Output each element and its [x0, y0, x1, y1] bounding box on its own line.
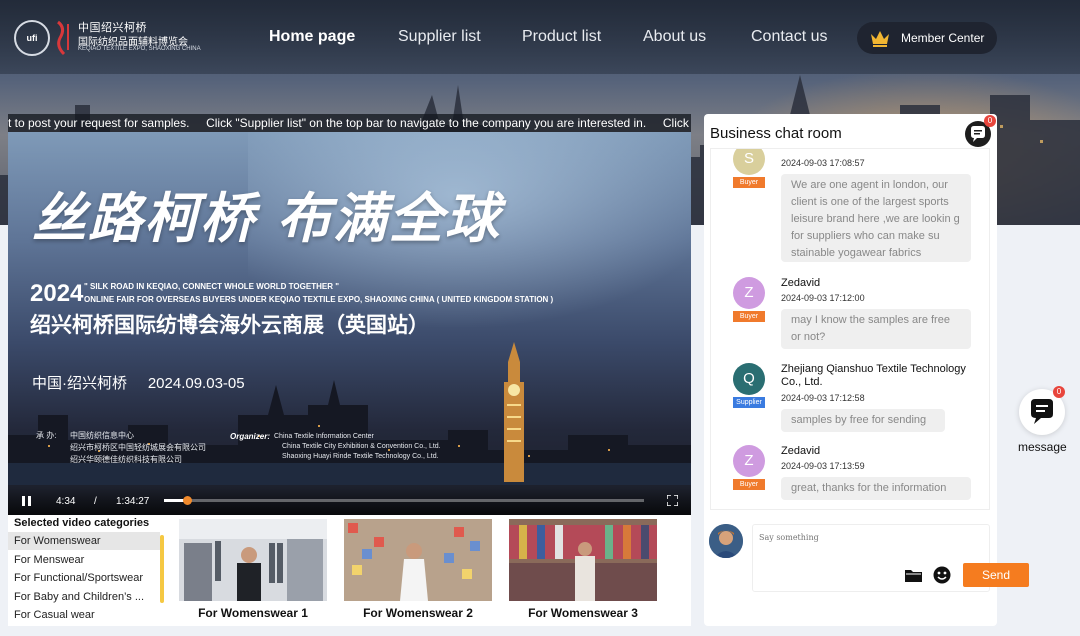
message-bubble: great, thanks for the information [781, 477, 971, 500]
thumbnail-image [179, 519, 327, 601]
nav-contact-us[interactable]: Contact us [751, 28, 827, 46]
role-badge-buyer: Buyer [733, 311, 765, 322]
chat-title: Business chat room [710, 125, 842, 142]
thumbnail-image [509, 519, 657, 601]
nav-home-page[interactable]: Home page [269, 28, 355, 46]
announcement-ticker: t to post your request for samples. Clic… [8, 114, 691, 132]
video-thumbnail[interactable] [179, 519, 327, 601]
host-line: 绍兴市柯桥区中国轻纺城展会有限公司 [70, 443, 206, 452]
video-categories-panel: Selected video categories For Womenswear… [8, 515, 691, 626]
progress-knob[interactable] [183, 496, 193, 505]
message-label[interactable]: message [1018, 440, 1067, 454]
chat-message-input[interactable] [759, 533, 979, 542]
video-host-info: 承 办: 中国纺织信息中心 绍兴市柯桥区中国轻纺城展会有限公司 绍兴华颐德佳纺织… [36, 430, 206, 464]
category-casual-wear[interactable]: For Casual wear [8, 606, 160, 624]
nav-supplier-list[interactable]: Supplier list [398, 28, 481, 46]
video-controls: 4:34 / 1:34:27 [8, 487, 691, 515]
business-chat-room: Business chat room 0 S Buyer 2024-09-03 … [704, 114, 1029, 626]
folder-icon[interactable] [905, 568, 922, 582]
top-navigation-bar: ufi 中国绍兴柯桥 国际纺织品面辅料博览会 KEQIAO TEXTILE EX… [0, 0, 1080, 74]
video-label[interactable]: For Womenswear 1 [179, 606, 327, 620]
organizer-info: China Textile Information Center China T… [274, 432, 441, 462]
nav-about-us[interactable]: About us [643, 28, 706, 46]
avatar: Z [733, 445, 765, 477]
video-label[interactable]: For Womenswear 2 [344, 606, 492, 620]
video-en-line2: ONLINE FAIR FOR OVERSEAS BUYERS UNDER KE… [84, 295, 554, 304]
fullscreen-icon[interactable] [667, 495, 678, 506]
chat-message-list[interactable]: S Buyer 2024-09-03 17:08:57 We are one a… [710, 148, 990, 510]
video-player[interactable]: 丝路柯桥 布满全球 2024 " SILK ROAD IN KEQIAO, CO… [8, 132, 691, 515]
host-label: 承 办: [36, 431, 57, 440]
organizer-line: Shaoxing Huayi Rinde Textile Technology … [282, 453, 439, 460]
message-unread-badge: 0 [1053, 386, 1065, 398]
category-womenswear[interactable]: For Womenswear [8, 532, 160, 550]
organizer-line: China Textile Information Center [274, 433, 374, 440]
message-sender: Zedavid [781, 277, 821, 289]
expo-mark-icon [57, 20, 69, 56]
ticker-text: t to post your request for samples. Clic… [8, 116, 689, 130]
message-time: 2024-09-03 17:13:59 [781, 461, 865, 471]
video-label[interactable]: For Womenswear 3 [509, 606, 657, 620]
message-time: 2024-09-03 17:12:58 [781, 393, 865, 403]
organizer-line: China Textile City Exhibition & Conventi… [282, 443, 441, 450]
avatar: S [733, 149, 765, 175]
host-line: 绍兴华颐德佳纺织科技有限公司 [70, 455, 182, 464]
clock-tower-graphic [504, 342, 524, 482]
video-location-date: 中国·绍兴柯桥 2024.09.03-05 [32, 375, 245, 392]
chat-input-area: Send [752, 524, 1029, 592]
nav-product-list[interactable]: Product list [522, 28, 601, 46]
category-menswear[interactable]: For Menswear [8, 551, 160, 569]
role-badge-buyer: Buyer [733, 479, 765, 490]
video-duration: 1:34:27 [116, 496, 150, 507]
host-line: 中国纺织信息中心 [70, 431, 134, 440]
message-time: 2024-09-03 17:12:00 [781, 293, 865, 303]
avatar: Z [733, 277, 765, 309]
video-title-calligraphy: 丝路柯桥 布满全球 [32, 186, 501, 250]
category-scrollbar[interactable] [160, 535, 164, 603]
crown-icon [871, 31, 889, 47]
user-avatar [709, 524, 743, 558]
message-bubble: may I know the samples are free or not? [781, 309, 971, 349]
send-button[interactable]: Send [963, 563, 1029, 587]
ufi-logo-icon: ufi [14, 20, 50, 56]
role-badge-supplier: Supplier [733, 397, 765, 408]
video-en-line1: " SILK ROAD IN KEQIAO, CONNECT WHOLE WOR… [84, 282, 339, 291]
message-sender: Zedavid [781, 445, 821, 457]
message-bubble: samples by free for sending [781, 409, 945, 432]
category-functional-sportswear[interactable]: For Functional/Sportswear [8, 569, 160, 587]
organizer-label: Organizer: [230, 432, 271, 441]
video-subtitle: 绍兴柯桥国际纺博会海外云商展（英国站） [30, 314, 429, 337]
video-current-time: 4:34 [56, 496, 76, 507]
emoji-icon[interactable] [933, 566, 951, 584]
role-badge-buyer: Buyer [733, 177, 765, 188]
chat-unread-badge: 0 [984, 115, 996, 127]
message-sender: Zhejiang Qianshuo Textile Technology Co.… [781, 363, 966, 388]
categories-title: Selected video categories [14, 517, 150, 529]
message-bubble: We are one agent in london, our client i… [781, 174, 971, 262]
member-center-label: Member Center [901, 31, 985, 45]
category-baby-children[interactable]: For Baby and Children’s ... [8, 588, 160, 606]
avatar: Q [733, 363, 765, 395]
time-separator: / [94, 496, 97, 507]
member-center-button[interactable]: Member Center [857, 22, 997, 54]
video-progress-bar[interactable] [164, 496, 644, 505]
video-year: 2024 [30, 280, 84, 307]
video-thumbnail[interactable] [344, 519, 492, 601]
pause-icon[interactable] [22, 496, 32, 506]
thumbnail-image [344, 519, 492, 601]
expo-logo[interactable]: ufi 中国绍兴柯桥 国际纺织品面辅料博览会 KEQIAO TEXTILE EX… [14, 16, 204, 58]
user-photo [709, 524, 743, 558]
logo-en-line: KEQIAO TEXTILE EXPO, SHAOXING CHINA [78, 46, 201, 52]
video-thumbnail[interactable] [509, 519, 657, 601]
message-time: 2024-09-03 17:08:57 [781, 158, 865, 168]
